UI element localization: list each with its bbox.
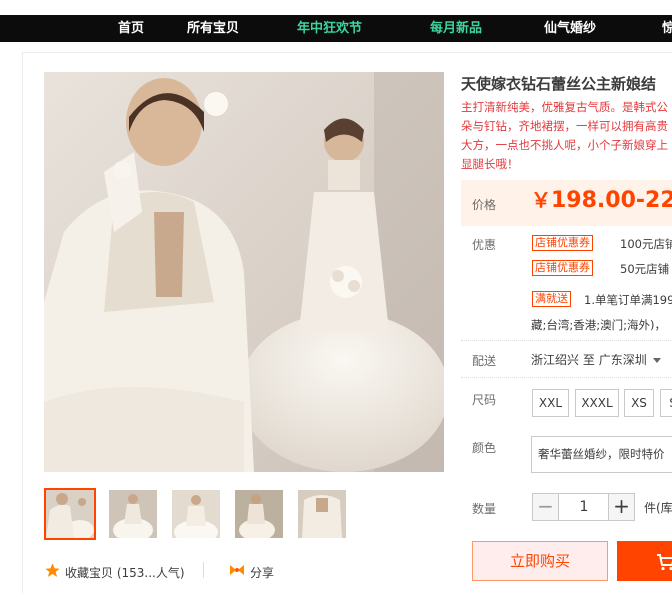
divider <box>203 562 204 578</box>
color-option-selected[interactable]: 奢华蕾丝婚纱，限时特价 <box>531 436 672 473</box>
subtitle-line: 显腿长哦！ <box>461 157 519 171</box>
subtitle-line: 朵与钉钻，齐地裙摆，一样可以拥有高贵 <box>461 119 668 133</box>
coupon-tag-1[interactable]: 店铺优惠券 <box>532 235 593 251</box>
size-option-xxl[interactable]: XXL <box>532 389 569 417</box>
favorite-link[interactable]: 收藏宝贝 (153...人气) <box>65 564 185 581</box>
add-to-cart-button[interactable] <box>617 541 672 581</box>
thumbnail-4[interactable] <box>233 488 285 540</box>
color-label: 颜色 <box>472 441 497 455</box>
coupon-text-2: 50元店铺 <box>620 262 670 276</box>
product-subtitle: 主打清新纯美，优雅复古气质。是韩式公 朵与钉钻，齐地裙摆，一样可以拥有高贵 大方… <box>461 98 672 174</box>
thumbnail-1[interactable] <box>44 488 96 540</box>
shipping-to-word: 至 <box>582 353 595 367</box>
nav-item-more[interactable]: 惊 <box>662 15 672 42</box>
quantity-input[interactable]: 1 <box>559 493 609 521</box>
size-option-xs[interactable]: XS <box>624 389 654 417</box>
nav-item-monthly-new[interactable]: 每月新品 <box>430 15 482 42</box>
shipping-label: 配送 <box>472 354 497 368</box>
subtitle-line: 主打清新纯美，优雅复古气质。是韩式公 <box>461 100 668 114</box>
shipping-from: 浙江绍兴 <box>531 353 580 367</box>
nav-item-fairy-wedding-dress[interactable]: 仙气婚纱 <box>544 15 596 42</box>
shop-nav-bar: 首页 所有宝贝 年中狂欢节 每月新品 仙气婚纱 惊 <box>0 15 672 42</box>
size-label: 尺码 <box>472 393 497 407</box>
divider <box>461 340 672 341</box>
shipping-route: 浙江绍兴 至 广东深圳 <box>531 351 661 368</box>
cart-icon <box>657 554 672 571</box>
quantity-decrease-button[interactable]: − <box>532 493 559 521</box>
price-label: 价格 <box>472 198 497 212</box>
size-option-xxxl[interactable]: XXXL <box>575 389 619 417</box>
promo-label: 优惠 <box>472 238 497 252</box>
currency-symbol: ￥ <box>531 188 551 212</box>
share-icon[interactable] <box>229 563 245 580</box>
top-strip <box>0 0 672 15</box>
quantity-label: 数量 <box>472 502 497 516</box>
buy-now-button[interactable]: 立即购买 <box>472 541 608 581</box>
coupon-text-1: 100元店铺 <box>620 237 672 251</box>
price-value: ￥198.00-228. <box>531 184 672 213</box>
subtitle-line: 大方，一点也不挑人呢，小个子新娘穿上 <box>461 138 668 152</box>
nav-item-midyear-sale[interactable]: 年中狂欢节 <box>297 15 362 42</box>
favorite-share-row: 收藏宝贝 (153...人气) 分享 <box>44 560 444 582</box>
manjiusong-text: 1.单笔订单满199 <box>584 293 672 307</box>
nav-item-home[interactable]: 首页 <box>118 15 144 42</box>
share-link[interactable]: 分享 <box>250 564 274 581</box>
main-product-image[interactable] <box>44 72 444 472</box>
manjiusong-text-continued: 藏;台湾;香港;澳门;海外)， <box>531 318 666 332</box>
star-icon[interactable] <box>44 562 61 582</box>
thumbnail-2[interactable] <box>107 488 159 540</box>
quantity-unit-stock: 件(库 <box>644 501 672 515</box>
nav-item-all-products[interactable]: 所有宝贝 <box>187 15 239 42</box>
size-option-s[interactable]: S <box>660 389 672 417</box>
coupon-tag-2[interactable]: 店铺优惠券 <box>532 260 593 276</box>
quantity-increase-button[interactable]: + <box>608 493 635 521</box>
shipping-destination[interactable]: 广东深圳 <box>599 353 647 367</box>
thumbnail-5[interactable] <box>296 488 348 540</box>
chevron-down-icon[interactable] <box>652 358 661 363</box>
thumbnail-3[interactable] <box>170 488 222 540</box>
divider <box>461 377 672 378</box>
price-range: 198.00-228. <box>551 188 672 213</box>
product-title: 天使嫁衣钻石蕾丝公主新娘结 <box>461 75 657 93</box>
manjiusong-tag[interactable]: 满就送 <box>532 291 571 307</box>
